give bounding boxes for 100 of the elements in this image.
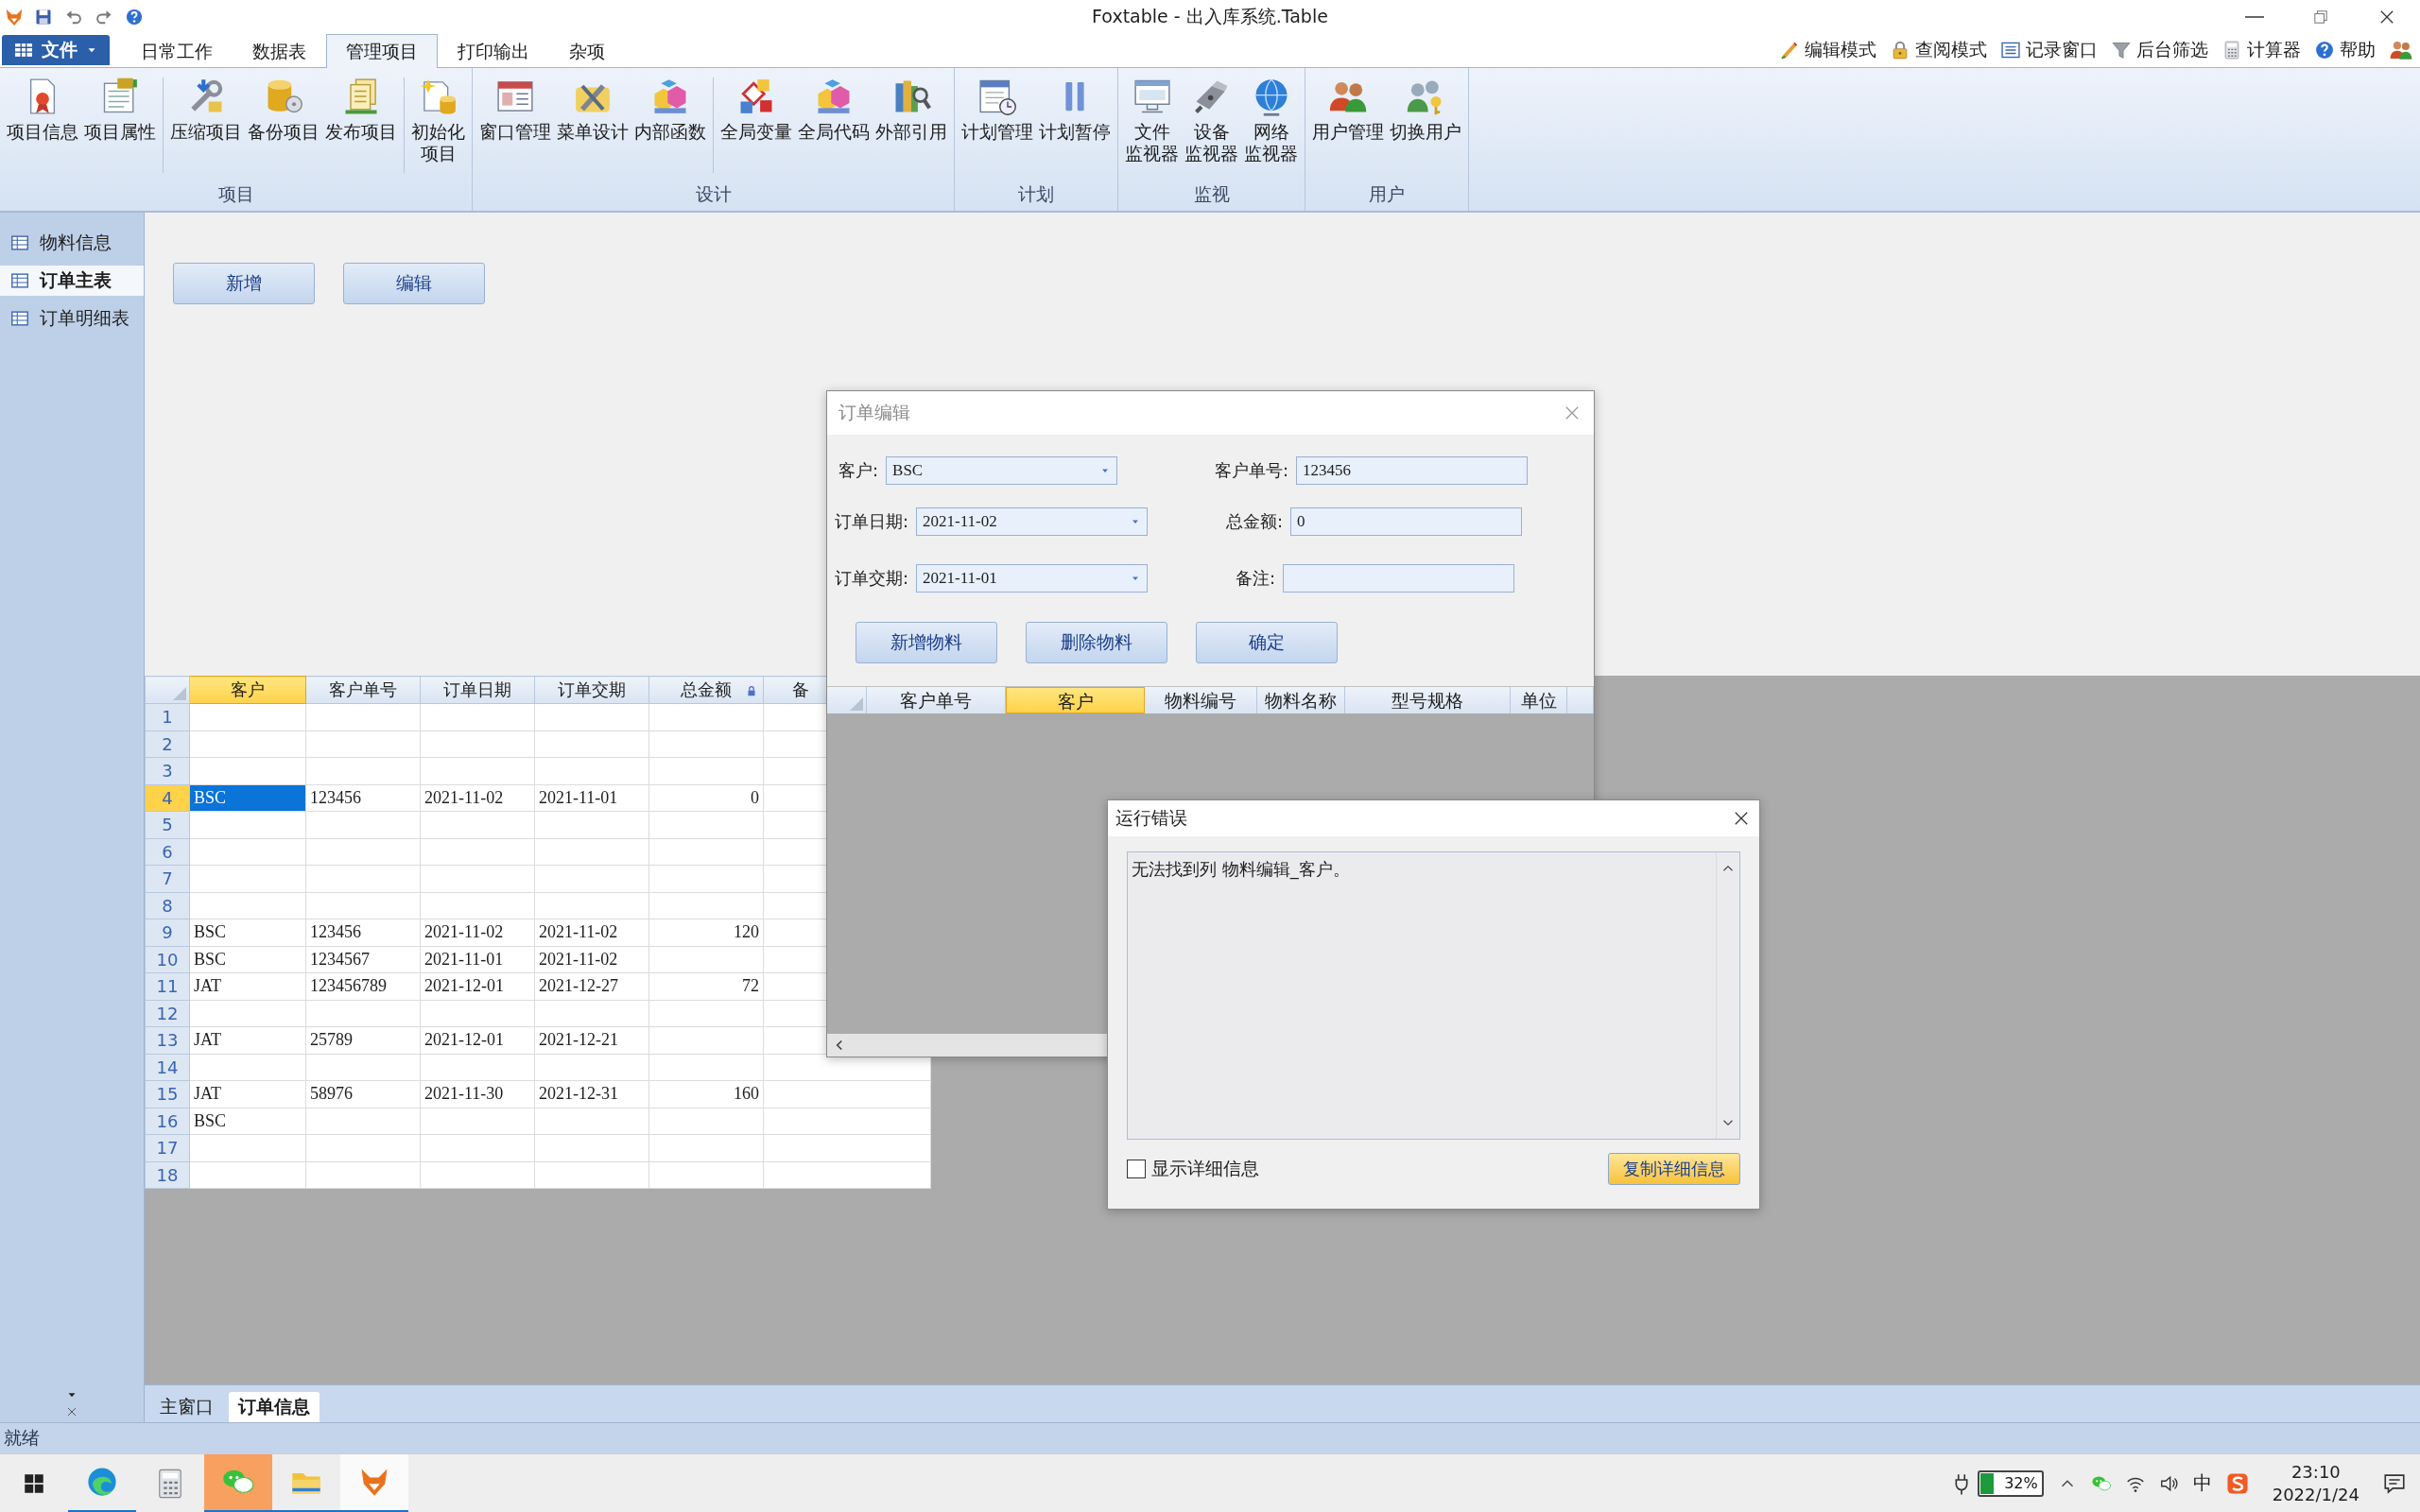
checkbox-label[interactable]: 显示详细信息 — [1151, 1157, 1259, 1181]
document-tab[interactable]: 主窗口 — [150, 1392, 223, 1422]
row-header[interactable]: 17 — [145, 1134, 190, 1161]
row-header[interactable]: 8 — [145, 892, 190, 919]
row-header[interactable]: 2 — [145, 730, 190, 758]
row-header[interactable]: 4 — [145, 784, 190, 812]
dropdown-field[interactable]: BSC — [886, 456, 1118, 485]
ribbon-button[interactable]: 切换用户 — [1387, 74, 1464, 145]
row-header[interactable]: 18 — [145, 1161, 190, 1189]
table-icon — [9, 270, 30, 291]
toolbar-button[interactable]: 帮助 — [2308, 36, 2382, 64]
error-message: 无法找到列 物料编辑_客户。 — [1131, 858, 1351, 882]
action-button[interactable]: 编辑 — [343, 263, 485, 304]
table-cell: 2021-12-01 — [420, 1026, 535, 1054]
taskbar-app[interactable] — [340, 1453, 408, 1512]
action-button[interactable]: 新增物料 — [856, 622, 997, 663]
ribbon-button[interactable]: 压缩项目 — [167, 74, 245, 145]
toolbar-button[interactable]: 后台筛选 — [2104, 36, 2215, 64]
dropdown-field[interactable]: 2021-11-01 — [916, 564, 1149, 593]
ribbon-tab[interactable]: 杂项 — [549, 35, 625, 67]
row-header[interactable]: 12 — [145, 1000, 190, 1027]
column-header[interactable]: 客户单号 — [305, 676, 421, 704]
sidebar-item[interactable]: 订单明细表 — [0, 303, 144, 334]
input-field[interactable] — [1283, 564, 1515, 593]
ribbon-button[interactable]: 计划暂停 — [1036, 74, 1114, 145]
status-text: 就绪 — [4, 1426, 40, 1450]
input-field[interactable]: 0 — [1290, 507, 1523, 536]
table-cell: 2021-11-02 — [534, 946, 649, 973]
row-header[interactable]: 1 — [145, 703, 190, 730]
ribbon-tab[interactable]: 管理项目 — [326, 34, 438, 68]
column-header[interactable]: 客户 — [1006, 687, 1145, 713]
ribbon-button[interactable]: 全局代码 — [795, 74, 873, 145]
table-cell: 2021-12-31 — [534, 1080, 649, 1108]
ribbon-button[interactable]: 全局变量 — [717, 74, 795, 145]
copy-details-button[interactable]: 复制详细信息 — [1608, 1153, 1740, 1185]
taskbar-app[interactable] — [204, 1453, 272, 1512]
table-cell: 2021-12-01 — [420, 972, 535, 1000]
toolbar-button[interactable]: 计算器 — [2215, 36, 2308, 64]
ribbon-button[interactable]: 项目属性 — [81, 74, 159, 145]
help-icon — [2314, 40, 2335, 60]
row-header[interactable]: 10 — [145, 946, 190, 973]
corner-triangle-icon — [173, 687, 186, 700]
ribbon-tab[interactable]: 日常工作 — [121, 35, 233, 67]
ribbon-button[interactable]: 内部函数 — [631, 74, 709, 145]
ribbon-button[interactable]: 项目信息 — [4, 74, 81, 145]
file-menu-button[interactable]: 文件 — [2, 35, 110, 65]
input-method-icon — [2224, 1470, 2250, 1496]
column-header[interactable]: 订单日期 — [420, 676, 535, 704]
table-cell: 2021-11-02 — [420, 784, 535, 812]
dropdown-field[interactable]: 2021-11-02 — [916, 507, 1149, 536]
sidebar-close-button[interactable] — [65, 1405, 78, 1418]
ribbon-button[interactable]: 设备 监视器 — [1182, 74, 1241, 166]
table-cell: BSC — [189, 946, 306, 973]
column-header[interactable]: 订单交期 — [534, 676, 649, 704]
ribbon-button[interactable]: 备份项目 — [245, 74, 322, 145]
toolbar-button[interactable]: 编辑模式 — [1772, 36, 1883, 64]
ribbon-button[interactable]: 网络 监视器 — [1241, 74, 1301, 166]
table-cell: 58976 — [305, 1080, 421, 1108]
action-button[interactable]: 新增 — [173, 263, 315, 304]
action-button[interactable]: 删除物料 — [1026, 622, 1167, 663]
sidebar-item[interactable]: 物料信息 — [0, 228, 144, 258]
row-header[interactable]: 16 — [145, 1108, 190, 1135]
table-cell: BSC — [189, 784, 306, 812]
input-field[interactable]: 123456 — [1296, 456, 1529, 485]
corner-triangle-icon — [850, 697, 863, 711]
ribbon-button[interactable]: 菜单设计 — [554, 74, 631, 145]
dialog-title: 订单编辑 — [838, 401, 910, 424]
field-label: 客户单号: — [1215, 459, 1289, 482]
column-header[interactable]: 客户 — [189, 676, 306, 704]
table-cell: 1234567 — [305, 946, 421, 973]
row-header[interactable]: 9 — [145, 919, 190, 946]
field-label: 订单日期: — [835, 510, 909, 533]
row-header[interactable]: 11 — [145, 972, 190, 1000]
row-header[interactable]: 7 — [145, 865, 190, 892]
action-button[interactable]: 确定 — [1196, 622, 1338, 663]
toolbar-button[interactable]: 记录窗口 — [1994, 36, 2104, 64]
row-header[interactable]: 15 — [145, 1080, 190, 1108]
checkbox[interactable] — [1127, 1160, 1146, 1178]
ribbon-button[interactable]: 初始化 项目 — [408, 74, 468, 166]
table-cell: 160 — [648, 1080, 764, 1108]
ribbon-tab[interactable]: 打印输出 — [438, 35, 549, 67]
ribbon-button[interactable]: 外部引用 — [873, 74, 950, 145]
row-header[interactable]: 5 — [145, 811, 190, 838]
clock-time: 23:10 — [2290, 1460, 2341, 1484]
row-header[interactable]: 3 — [145, 757, 190, 784]
document-tab[interactable]: 订单信息 — [229, 1392, 320, 1422]
input-mode-indicator[interactable]: 中 — [2192, 1470, 2212, 1496]
ribbon-button[interactable]: 文件 监视器 — [1122, 74, 1182, 166]
sidebar-item[interactable]: 订单主表 — [0, 266, 144, 296]
row-header[interactable]: 6 — [145, 838, 190, 866]
row-header[interactable]: 13 — [145, 1026, 190, 1054]
column-header[interactable]: 总金额 — [648, 676, 764, 704]
row-header[interactable]: 14 — [145, 1054, 190, 1081]
ribbon-button[interactable]: 用户管理 — [1309, 74, 1387, 145]
ribbon-tab[interactable]: 数据表 — [233, 35, 326, 67]
ribbon-button[interactable]: 发布项目 — [322, 74, 400, 145]
toolbar-button[interactable]: 查阅模式 — [1883, 36, 1994, 64]
ribbon-button[interactable]: 窗口管理 — [476, 74, 554, 145]
ribbon-button[interactable]: 计划管理 — [959, 74, 1036, 145]
field-label: 订单交期: — [835, 567, 909, 590]
